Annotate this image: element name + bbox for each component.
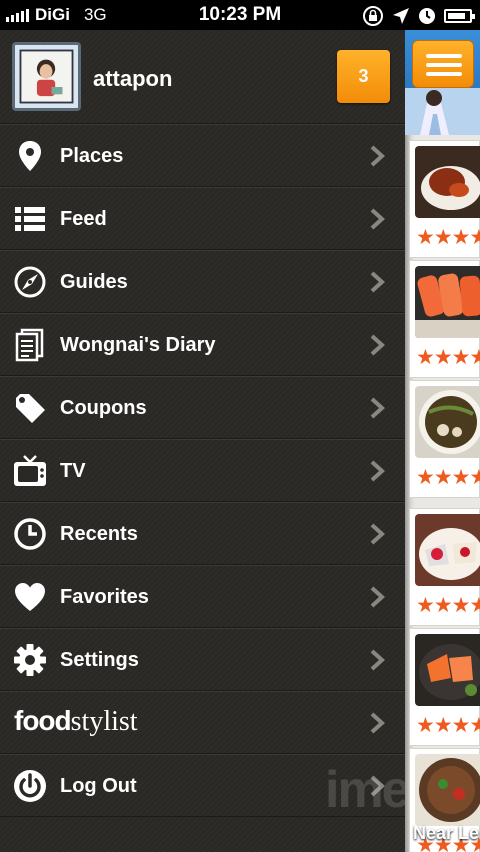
- food-photo: [415, 754, 480, 826]
- heart-icon: [12, 579, 48, 615]
- menu-item-label: Log Out: [60, 775, 137, 797]
- menu-item-foodstylist[interactable]: foodstylist: [0, 691, 405, 754]
- menu-item-label: Places: [60, 145, 124, 167]
- restaurant-card[interactable]: ★★★★: [409, 628, 480, 746]
- chevron-right-icon: [369, 397, 385, 419]
- alarm-clock-icon: [419, 8, 435, 24]
- restaurant-card[interactable]: ★★★★: [409, 508, 480, 626]
- menu-item-feed[interactable]: Feed: [0, 187, 405, 250]
- menu-item-label: Wongnai's Diary: [60, 334, 216, 356]
- chevron-right-icon: [369, 460, 385, 482]
- chevron-right-icon: [369, 208, 385, 230]
- map-pin-icon: [12, 138, 48, 174]
- menu-item-label: Settings: [60, 649, 139, 671]
- foodstylist-logo: foodstylist: [14, 705, 138, 737]
- chevron-right-icon: [369, 523, 385, 545]
- list-icon: [12, 201, 48, 237]
- chevron-right-icon: [369, 271, 385, 293]
- menu-item-label: Feed: [60, 208, 107, 230]
- food-photo: [415, 266, 480, 338]
- location-arrow-icon: [393, 8, 409, 24]
- menu-item-label: Favorites: [60, 586, 149, 608]
- menu-item-favorites[interactable]: Favorites: [0, 565, 405, 628]
- banner-photo: [405, 88, 480, 135]
- menu-item-settings[interactable]: Settings: [0, 628, 405, 691]
- restaurant-card[interactable]: ★★★★: [409, 260, 480, 378]
- rating-stars: ★★★★: [416, 594, 480, 617]
- chevron-right-icon: [369, 649, 385, 671]
- tag-icon: [12, 390, 48, 426]
- notification-badge[interactable]: 3: [337, 50, 390, 103]
- tv-icon: [12, 453, 48, 489]
- food-photo: [415, 146, 480, 218]
- rating-stars: ★★★★: [416, 226, 480, 249]
- menu-item-label: Coupons: [60, 397, 147, 419]
- chevron-right-icon: [369, 145, 385, 167]
- main-content-peek[interactable]: ★★★★ ★★★★ ★★★★ ★★★★ ★★★★ ★★★★ Near Le: [405, 30, 480, 852]
- menu-item-label: Guides: [60, 271, 128, 293]
- chevron-right-icon: [369, 586, 385, 608]
- compass-icon: [12, 264, 48, 300]
- side-drawer: attapon 3 Places Feed Guides Wongnai's D…: [0, 30, 411, 852]
- gear-icon: [12, 642, 48, 678]
- status-right: [362, 5, 475, 27]
- restaurant-card[interactable]: ★★★★: [409, 140, 480, 258]
- rating-stars: ★★★★: [416, 714, 480, 737]
- menu-item-diary[interactable]: Wongnai's Diary: [0, 313, 405, 376]
- menu-item-label: TV: [60, 460, 86, 482]
- menu-item-tv[interactable]: TV: [0, 439, 405, 502]
- rating-stars: ★★★★: [416, 466, 480, 489]
- menu-item-guides[interactable]: Guides: [0, 250, 405, 313]
- menu-item-places[interactable]: Places: [0, 124, 405, 187]
- battery-icon: [444, 9, 475, 23]
- hamburger-menu-button[interactable]: [412, 40, 474, 88]
- chevron-right-icon: [369, 334, 385, 356]
- avatar-photo: [15, 45, 78, 108]
- restaurant-card[interactable]: ★★★★: [409, 380, 480, 498]
- menu-item-recents[interactable]: Recents: [0, 502, 405, 565]
- rotation-lock-icon: [363, 6, 383, 26]
- chevron-right-icon: [369, 712, 385, 734]
- food-photo: [415, 386, 480, 458]
- food-photo: [415, 514, 480, 586]
- status-bar: DiGi 3G 10:23 PM: [0, 0, 480, 30]
- near-location-label[interactable]: Near Le: [413, 823, 479, 844]
- power-icon: [12, 768, 48, 804]
- watermark-logo: ime: [325, 761, 411, 819]
- username[interactable]: attapon: [93, 66, 172, 92]
- profile-header[interactable]: attapon 3: [0, 30, 405, 124]
- food-photo: [415, 634, 480, 706]
- avatar[interactable]: [12, 42, 81, 111]
- menu-item-coupons[interactable]: Coupons: [0, 376, 405, 439]
- rating-stars: ★★★★: [416, 346, 480, 369]
- menu-item-label: Recents: [60, 523, 138, 545]
- document-icon: [12, 327, 48, 363]
- clock-icon: [12, 516, 48, 552]
